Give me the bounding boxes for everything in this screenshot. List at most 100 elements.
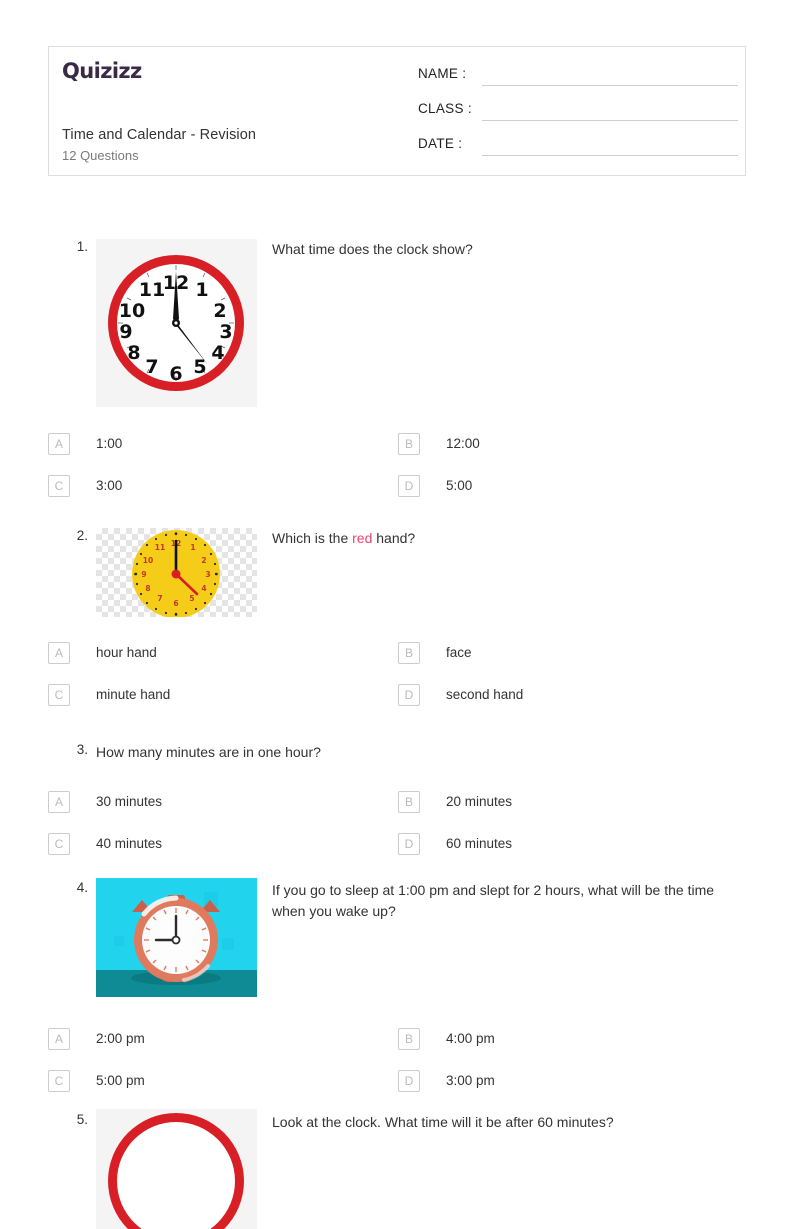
question-1-option-c[interactable]: C 3:00	[48, 475, 398, 497]
question-3-text: How many minutes are in one hour?	[96, 744, 321, 760]
option-text-d: second hand	[446, 687, 524, 702]
option-text-d: 5:00	[446, 478, 473, 493]
option-text-b: 4:00 pm	[446, 1031, 495, 1046]
option-letter-a: A	[48, 433, 70, 455]
name-field-input[interactable]	[482, 65, 738, 86]
option-letter-c: C	[48, 833, 70, 855]
name-field-label: NAME :	[418, 66, 467, 81]
question-2-text-highlight: red	[352, 530, 373, 546]
question-2-text-pre: Which is the	[272, 530, 353, 546]
svg-text:3: 3	[205, 570, 210, 579]
option-letter-b: B	[398, 791, 420, 813]
svg-text:11: 11	[155, 543, 165, 552]
svg-text:9: 9	[141, 570, 146, 579]
quiz-title: Time and Calendar - Revision	[62, 127, 257, 143]
option-text-b: 12:00	[446, 436, 480, 451]
question-2-number: 2.	[76, 528, 88, 543]
option-letter-c: C	[48, 684, 70, 706]
question-5-number: 5.	[76, 1112, 88, 1127]
svg-text:2: 2	[201, 556, 206, 565]
svg-text:4: 4	[201, 584, 206, 593]
question-2-option-a[interactable]: A hour hand	[48, 642, 398, 664]
question-1-option-d[interactable]: D 5:00	[398, 475, 746, 497]
option-letter-b: B	[398, 1028, 420, 1050]
svg-text:11: 11	[139, 279, 165, 301]
date-field-label: DATE :	[418, 136, 463, 151]
option-text-c: minute hand	[96, 687, 171, 702]
svg-text:8: 8	[127, 342, 140, 364]
question-1-image: 12 1 2 3 4 5 6 7 8 9 10 11	[96, 239, 257, 407]
svg-text:10: 10	[143, 556, 153, 565]
svg-text:1: 1	[190, 543, 195, 552]
option-letter-c: C	[48, 1070, 70, 1092]
question-2-option-c[interactable]: C minute hand	[48, 684, 398, 706]
option-letter-a: A	[48, 791, 70, 813]
option-letter-d: D	[398, 684, 420, 706]
option-letter-d: D	[398, 833, 420, 855]
svg-text:3: 3	[219, 321, 232, 343]
option-text-a: hour hand	[96, 645, 157, 660]
question-4-option-b[interactable]: B 4:00 pm	[398, 1028, 746, 1050]
question-4-text: If you go to sleep at 1:00 pm and slept …	[272, 882, 715, 919]
svg-text:7: 7	[145, 356, 158, 378]
question-2-option-d[interactable]: D second hand	[398, 684, 746, 706]
question-2-option-b[interactable]: B face	[398, 642, 746, 664]
svg-text:2: 2	[213, 300, 226, 322]
question-4-option-a[interactable]: A 2:00 pm	[48, 1028, 398, 1050]
question-4-option-c[interactable]: C 5:00 pm	[48, 1070, 398, 1092]
svg-text:5: 5	[193, 356, 206, 378]
svg-text:1: 1	[195, 279, 208, 301]
option-text-b: face	[446, 645, 472, 660]
svg-text:10: 10	[119, 300, 145, 322]
question-1-option-b[interactable]: B 12:00	[398, 433, 746, 455]
question-1-number: 1.	[76, 239, 88, 254]
class-field-row: CLASS :	[418, 100, 738, 135]
question-1-text: What time does the clock show?	[272, 241, 473, 257]
worksheet-page: Quizizz Time and Calendar - Revision 12 …	[48, 0, 746, 1229]
question-2-image: 12 1 2 3 4 5 6 7 8 9 10 11	[96, 528, 257, 617]
svg-text:9: 9	[119, 321, 132, 343]
question-3-option-c[interactable]: C 40 minutes	[48, 833, 398, 855]
svg-text:8: 8	[145, 584, 150, 593]
class-field-input[interactable]	[482, 100, 738, 121]
header-left-section: Quizizz Time and Calendar - Revision 12 …	[62, 47, 417, 175]
svg-text:6: 6	[169, 363, 182, 385]
header-student-fields: NAME : CLASS : DATE :	[418, 65, 738, 170]
option-letter-d: D	[398, 1070, 420, 1092]
option-text-c: 5:00 pm	[96, 1073, 145, 1088]
date-field-row: DATE :	[418, 135, 738, 170]
svg-text:4: 4	[211, 342, 224, 364]
option-text-d: 60 minutes	[446, 836, 513, 851]
option-text-b: 20 minutes	[446, 794, 513, 809]
question-3-option-a[interactable]: A 30 minutes	[48, 791, 398, 813]
class-field-label: CLASS :	[418, 101, 472, 116]
option-text-a: 1:00	[96, 436, 123, 451]
option-text-c: 40 minutes	[96, 836, 163, 851]
question-4-image	[96, 878, 257, 997]
option-text-d: 3:00 pm	[446, 1073, 495, 1088]
svg-text:7: 7	[157, 594, 162, 603]
question-2-text: Which is the red hand?	[272, 528, 738, 549]
option-letter-d: D	[398, 475, 420, 497]
question-3-option-b[interactable]: B 20 minutes	[398, 791, 746, 813]
question-4-number: 4.	[76, 880, 88, 895]
option-letter-b: B	[398, 433, 420, 455]
option-letter-c: C	[48, 475, 70, 497]
question-2-text-post: hand?	[372, 530, 416, 546]
option-text-c: 3:00	[96, 478, 123, 493]
question-4-option-d[interactable]: D 3:00 pm	[398, 1070, 746, 1092]
question-1-option-a[interactable]: A 1:00	[48, 433, 398, 455]
quizizz-logo: Quizizz	[62, 59, 142, 83]
name-field-row: NAME :	[418, 65, 738, 100]
quiz-question-count: 12 Questions	[62, 148, 139, 163]
date-field-input[interactable]	[482, 135, 738, 156]
option-text-a: 2:00 pm	[96, 1031, 145, 1046]
worksheet-header: Quizizz Time and Calendar - Revision 12 …	[48, 46, 746, 176]
option-letter-a: A	[48, 1028, 70, 1050]
svg-text:5: 5	[189, 594, 194, 603]
option-letter-a: A	[48, 642, 70, 664]
option-text-a: 30 minutes	[96, 794, 163, 809]
svg-text:6: 6	[173, 599, 178, 608]
question-3-option-d[interactable]: D 60 minutes	[398, 833, 746, 855]
question-3-number: 3.	[76, 742, 88, 757]
